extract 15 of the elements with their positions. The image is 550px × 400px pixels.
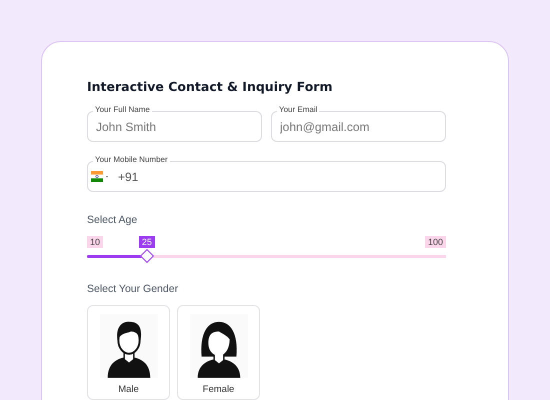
gender-label: Select Your Gender bbox=[87, 283, 180, 295]
max-value: 100 bbox=[424, 236, 446, 248]
age-label: Select Age bbox=[87, 214, 138, 226]
field-label: Your Email bbox=[277, 105, 320, 115]
field-label: Your Full Name bbox=[93, 105, 152, 115]
min-value: 10 bbox=[87, 236, 104, 248]
form-title: Interactive Contact & Inquiry Form bbox=[87, 79, 334, 94]
text-field[interactable]: john@gmail.com bbox=[271, 111, 446, 142]
flag-icon[interactable] bbox=[91, 171, 109, 182]
text-field[interactable]: John Smith bbox=[87, 111, 262, 142]
field-label: Your Mobile Number bbox=[93, 155, 170, 165]
value-badge: 25 bbox=[138, 236, 155, 248]
phone-field[interactable]: +91 bbox=[87, 161, 446, 192]
gender-option[interactable]: Male bbox=[87, 305, 170, 400]
gender-option[interactable]: Female bbox=[177, 305, 260, 400]
